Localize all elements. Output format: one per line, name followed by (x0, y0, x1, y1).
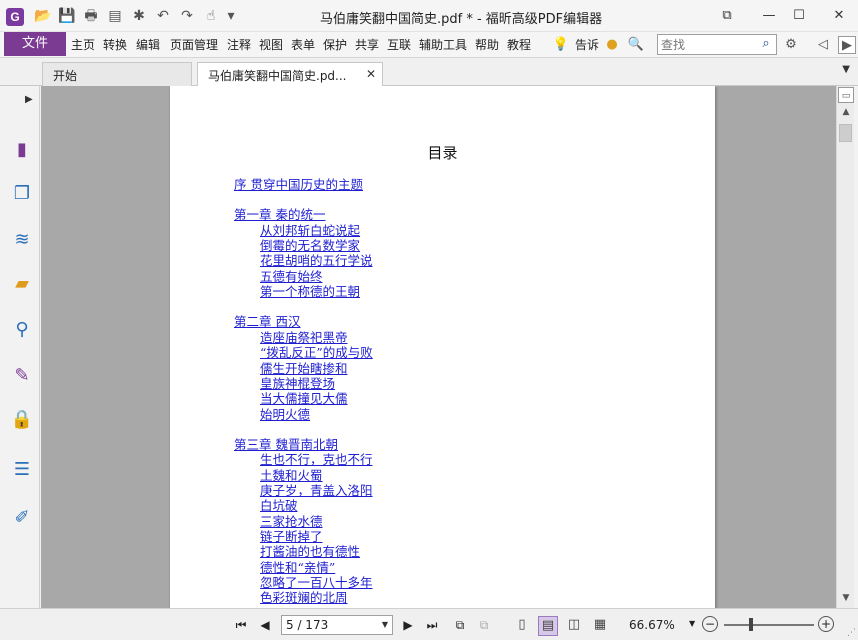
search-field[interactable]: ⌕ (657, 34, 777, 55)
menu-item[interactable]: 互联 (387, 36, 411, 53)
scroll-left-icon[interactable]: ◁ (814, 36, 832, 54)
menu-item[interactable]: 页面管理 (170, 36, 218, 53)
hand-tool-icon[interactable]: ☝ (202, 7, 220, 25)
open-folder-icon[interactable]: 📂 (34, 7, 52, 25)
menu-item[interactable]: 共享 (355, 36, 379, 53)
menu-item[interactable]: 转换 (103, 36, 127, 53)
menu-item[interactable]: 视图 (259, 36, 283, 53)
scrollbar-thumb[interactable] (839, 124, 852, 142)
comments-icon[interactable]: ▰ (10, 272, 34, 296)
tell-me-label[interactable]: 告诉 (575, 36, 599, 53)
continuous-view-icon[interactable]: ▤ (538, 616, 558, 636)
search-input[interactable] (661, 37, 757, 52)
resize-grip-icon[interactable]: ⋰ (847, 628, 856, 638)
minimize-button[interactable]: — (758, 6, 780, 26)
next-view-icon[interactable]: ⧉ (475, 616, 493, 634)
document-viewport[interactable]: 目录 序 贯穿中国历史的主题 第一章 秦的统一 从刘邦斩白蛇说起 倒霉的无名数学家 花里… (41, 86, 836, 608)
pdf-page: 目录 序 贯穿中国历史的主题 第一章 秦的统一 从刘邦斩白蛇说起 倒霉的无名数学家 花里… (170, 86, 715, 608)
vertical-scrollbar[interactable]: ▭ ▲ ▼ (836, 86, 854, 608)
last-page-icon[interactable]: ⏭ (423, 616, 441, 634)
facing-view-icon[interactable]: ◫ (564, 616, 584, 636)
print-icon[interactable]: 🖶 (82, 7, 100, 25)
next-page-icon[interactable]: ▶ (399, 616, 417, 634)
customize-dropdown-icon[interactable]: ▾ (222, 7, 240, 25)
single-page-view-icon[interactable]: ▯ (512, 616, 532, 636)
title-bar: G 📂 💾 🖶 ▤ ✱ ↶ ↷ ☝ ▾ 马伯庸笑翻中国简史.pdf * - 福昕高级PDF编辑器… (0, 0, 858, 32)
tab-bar: 开始 马伯庸笑翻中国简史.pd... ✕ ▼ (0, 58, 858, 86)
tab-document[interactable]: 马伯庸笑翻中国简史.pd... ✕ (197, 62, 383, 86)
signature-icon[interactable]: ✎ (10, 364, 34, 388)
close-tab-icon[interactable]: ✕ (366, 67, 376, 81)
status-bar: ⏮ ◀ 5 / 173 ▼ ▶ ⏭ ⧉ ⧉ ▯ ▤ ◫ ▦ 66.67% ▼ −… (0, 608, 858, 640)
menu-item[interactable]: 表单 (291, 36, 315, 53)
zoom-in-icon[interactable]: + (818, 616, 834, 632)
menu-bar: 文件 主页 转换 编辑 页面管理 注释 视图 表单 保护 共享 互联 辅助工具 帮助 教程 💡 告诉 ●… (0, 32, 858, 58)
page-indicator: 5 / 173 (286, 618, 329, 632)
expand-panel-icon[interactable]: ▶ (25, 94, 33, 105)
find-options-icon[interactable]: 🔍 (627, 36, 645, 54)
scroll-up-icon[interactable]: ▲ (838, 104, 854, 120)
menu-item[interactable]: 教程 (507, 36, 531, 53)
tab-label: 马伯庸笑翻中国简史.pd... (208, 69, 347, 83)
navigation-panel: ▶ ▮ ❐ ≋ ▰ ⚲ ✎ 🔒 ☰ ✐ (0, 86, 40, 608)
new-icon[interactable]: ✱ (130, 7, 148, 25)
first-page-icon[interactable]: ⏮ (232, 616, 250, 634)
redo-icon[interactable]: ↷ (178, 7, 196, 25)
file-menu-button[interactable]: 文件 (4, 32, 66, 56)
certify-icon[interactable]: ✐ (10, 506, 34, 530)
page-number-input[interactable]: 5 / 173 ▼ (281, 615, 393, 635)
zoom-slider-handle[interactable] (749, 618, 753, 631)
previous-page-icon[interactable]: ◀ (256, 616, 274, 634)
menu-item[interactable]: 编辑 (136, 36, 160, 53)
menu-item[interactable]: 主页 (71, 36, 95, 53)
security-lock-icon[interactable]: 🔒 (10, 408, 34, 432)
window-title: 马伯庸笑翻中国简史.pdf * - 福昕高级PDF编辑器 (320, 12, 603, 27)
previous-view-icon[interactable]: ⧉ (451, 616, 469, 634)
toc-title: 目录 (427, 144, 458, 162)
tab-list-dropdown-icon[interactable]: ▼ (842, 64, 850, 75)
tab-start[interactable]: 开始 (42, 62, 192, 86)
scroll-mode-icon[interactable]: ▭ (838, 87, 854, 103)
scroll-right-icon[interactable]: ▶ (838, 36, 856, 54)
page-dropdown-icon[interactable]: ▼ (382, 616, 388, 634)
maximize-button[interactable]: ☐ (788, 6, 810, 26)
feedback-icon[interactable]: ● (603, 36, 621, 54)
menu-item[interactable]: 注释 (227, 36, 251, 53)
close-button[interactable]: ✕ (828, 6, 850, 26)
app-logo-icon[interactable]: G (6, 8, 24, 26)
page-thumbnail-icon[interactable]: ▮ (10, 138, 34, 162)
save-icon[interactable]: 💾 (58, 7, 76, 25)
continuous-facing-view-icon[interactable]: ▦ (590, 616, 610, 636)
lightbulb-icon[interactable]: 💡 (552, 36, 570, 54)
settings-gear-icon[interactable]: ⚙ (782, 36, 800, 54)
zoom-level[interactable]: 66.67% (629, 618, 675, 632)
menu-item[interactable]: 辅助工具 (419, 36, 467, 53)
zoom-slider[interactable] (724, 624, 814, 626)
toc-section-link[interactable]: 第一个称德的王朝 (260, 281, 360, 300)
menu-item[interactable]: 帮助 (475, 36, 499, 53)
pages-icon[interactable]: ❐ (10, 182, 34, 206)
attachments-icon[interactable]: ⚲ (10, 318, 34, 342)
properties-icon[interactable]: ▤ (106, 7, 124, 25)
scroll-down-icon[interactable]: ▼ (838, 590, 854, 606)
pin-icon[interactable]: ⧉ (716, 6, 738, 26)
form-fields-icon[interactable]: ☰ (10, 458, 34, 482)
toc-section-link[interactable]: 始明火德 (260, 404, 310, 423)
zoom-out-icon[interactable]: − (702, 616, 718, 632)
search-icon[interactable]: ⌕ (758, 36, 774, 52)
toc-chapter-link[interactable]: 序 贯穿中国历史的主题 (234, 174, 363, 193)
tab-label: 开始 (53, 69, 78, 83)
layers-icon[interactable]: ≋ (10, 228, 34, 252)
menu-item[interactable]: 保护 (323, 36, 347, 53)
toc-section-link[interactable]: 色彩斑斓的北周 (260, 587, 348, 606)
undo-icon[interactable]: ↶ (154, 7, 172, 25)
zoom-dropdown-icon[interactable]: ▼ (689, 619, 695, 628)
